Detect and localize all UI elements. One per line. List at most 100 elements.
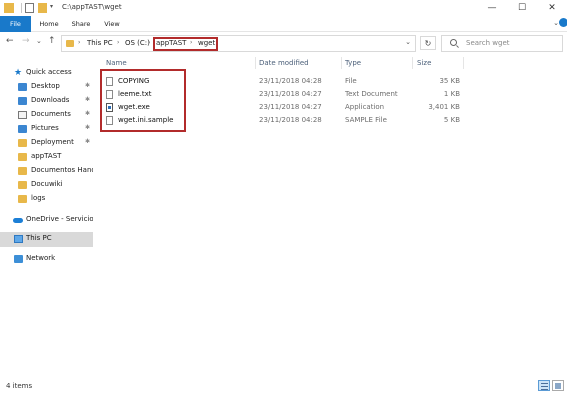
- up-button[interactable]: ↑: [48, 36, 56, 46]
- title-bar: ▾ C:\appTAST\wget — ☐ ✕: [0, 0, 567, 16]
- sidebar-item-label: Documents: [31, 110, 71, 118]
- column-header-date[interactable]: Date modified: [259, 59, 309, 67]
- sidebar-item-network[interactable]: Network: [0, 252, 93, 266]
- folder-icon: [18, 167, 27, 175]
- pin-icon: ✱: [84, 110, 90, 117]
- folder-icon: [66, 40, 74, 47]
- sidebar-item-documents[interactable]: Documents ✱: [0, 108, 93, 122]
- file-size: 35 KB: [439, 77, 460, 85]
- sidebar-item-documentos-handc[interactable]: Documentos Handc: [0, 164, 93, 178]
- sidebar-item-label: Quick access: [26, 68, 72, 76]
- sidebar-item-label: Pictures: [31, 124, 59, 132]
- file-size: 1 KB: [443, 90, 460, 98]
- maximize-button[interactable]: ☐: [507, 0, 537, 16]
- star-icon: ★: [14, 68, 23, 78]
- pictures-icon: [18, 125, 27, 133]
- tab-file[interactable]: File: [0, 16, 31, 32]
- sidebar-item-label: Network: [26, 254, 56, 262]
- file-date: 23/11/2018 04:28: [259, 116, 322, 124]
- sidebar-item-label: logs: [31, 194, 46, 202]
- document-icon: [18, 111, 27, 119]
- sidebar-item-desktop[interactable]: Desktop ✱: [0, 80, 93, 94]
- sidebar-item-label: appTAST: [31, 152, 62, 160]
- quick-access-dropdown-icon[interactable]: ▾: [50, 3, 53, 13]
- new-folder-icon[interactable]: [38, 3, 47, 13]
- folder-icon: [18, 139, 27, 147]
- column-header-name[interactable]: Name: [106, 59, 127, 67]
- address-row: ← → ⌄ ↑ › This PC › OS (C:) › appTAST › …: [0, 32, 567, 54]
- sidebar-item-docuwiki[interactable]: Docuwiki: [0, 178, 93, 192]
- title-separator: [21, 3, 22, 13]
- column-header-type[interactable]: Type: [345, 59, 361, 67]
- sidebar-item-quick-access[interactable]: ★ Quick access: [0, 66, 93, 80]
- sidebar-item-downloads[interactable]: Downloads ✱: [0, 94, 93, 108]
- column-divider[interactable]: [412, 57, 413, 69]
- properties-icon[interactable]: [25, 3, 34, 13]
- annotation-highlight-box: [100, 69, 186, 132]
- breadcrumb-this-pc[interactable]: This PC: [87, 39, 113, 47]
- file-date: 23/11/2018 04:28: [259, 77, 322, 85]
- breadcrumb-os-c[interactable]: OS (C:): [125, 39, 150, 47]
- sidebar-item-label: Deployment: [31, 138, 74, 146]
- file-size: 5 KB: [443, 116, 460, 124]
- help-icon[interactable]: [559, 18, 567, 27]
- sidebar-item-apptast[interactable]: appTAST: [0, 150, 93, 164]
- thumbnail-icon: [555, 383, 561, 389]
- sidebar-item-label: Downloads: [31, 96, 70, 104]
- sidebar-item-deployment[interactable]: Deployment ✱: [0, 136, 93, 150]
- back-button[interactable]: ←: [6, 36, 14, 46]
- file-type: Text Document: [345, 90, 398, 98]
- address-bar[interactable]: › This PC › OS (C:) › appTAST › wget ⌄: [61, 35, 416, 52]
- computer-icon: [14, 235, 23, 243]
- folder-icon: [18, 153, 27, 161]
- details-view-button[interactable]: [538, 380, 550, 391]
- sidebar-item-this-pc[interactable]: This PC: [0, 232, 93, 247]
- chevron-down-icon[interactable]: ⌄: [405, 38, 411, 46]
- refresh-button[interactable]: ↻: [420, 36, 436, 50]
- window-title: C:\appTAST\wget: [62, 3, 122, 11]
- desktop-icon: [18, 83, 27, 91]
- search-icon: [450, 39, 457, 46]
- column-divider[interactable]: [463, 57, 464, 69]
- pin-icon: ✱: [84, 124, 90, 131]
- column-header-size[interactable]: Size: [417, 59, 431, 67]
- sidebar-item-logs[interactable]: logs: [0, 192, 93, 206]
- folder-icon: [18, 181, 27, 189]
- file-type: SAMPLE File: [345, 116, 387, 124]
- tab-share[interactable]: Share: [67, 16, 95, 32]
- cloud-icon: [13, 218, 23, 223]
- search-input[interactable]: Search wget: [441, 35, 563, 52]
- chevron-right-icon: ›: [78, 39, 81, 46]
- network-icon: [14, 255, 23, 263]
- list-line: [541, 386, 548, 387]
- search-placeholder: Search wget: [466, 39, 510, 47]
- file-type: Application: [345, 103, 385, 111]
- file-date: 23/11/2018 04:27: [259, 103, 322, 111]
- forward-button[interactable]: →: [22, 36, 30, 46]
- ribbon-tabs: File Home Share View ⌄: [0, 16, 567, 32]
- chevron-right-icon: ›: [117, 39, 120, 46]
- close-button[interactable]: ✕: [537, 0, 567, 16]
- tab-home[interactable]: Home: [35, 16, 63, 32]
- list-line: [541, 383, 548, 384]
- sidebar-item-label: Desktop: [31, 82, 60, 90]
- sidebar-item-label: Docuwiki: [31, 180, 63, 188]
- recent-locations-button[interactable]: ⌄: [36, 37, 42, 45]
- sidebar-item-label: Documentos Handc: [31, 166, 93, 174]
- navigation-pane: ★ Quick access Desktop ✱ Downloads ✱ Doc…: [0, 58, 93, 378]
- tab-view[interactable]: View: [99, 16, 125, 32]
- file-date: 23/11/2018 04:27: [259, 90, 322, 98]
- list-line: [541, 389, 548, 390]
- chevron-right-icon: ›: [148, 39, 151, 46]
- pin-icon: ✱: [84, 82, 90, 89]
- sidebar-item-pictures[interactable]: Pictures ✱: [0, 122, 93, 136]
- sidebar-item-onedrive[interactable]: OneDrive - Servicios c: [0, 213, 93, 227]
- folder-icon: [4, 3, 14, 13]
- column-divider[interactable]: [341, 57, 342, 69]
- large-icons-view-button[interactable]: [552, 380, 564, 391]
- column-divider[interactable]: [255, 57, 256, 69]
- pin-icon: ✱: [84, 138, 90, 145]
- minimize-button[interactable]: —: [477, 0, 507, 16]
- folder-icon: [18, 195, 27, 203]
- file-size: 3,401 KB: [428, 103, 460, 111]
